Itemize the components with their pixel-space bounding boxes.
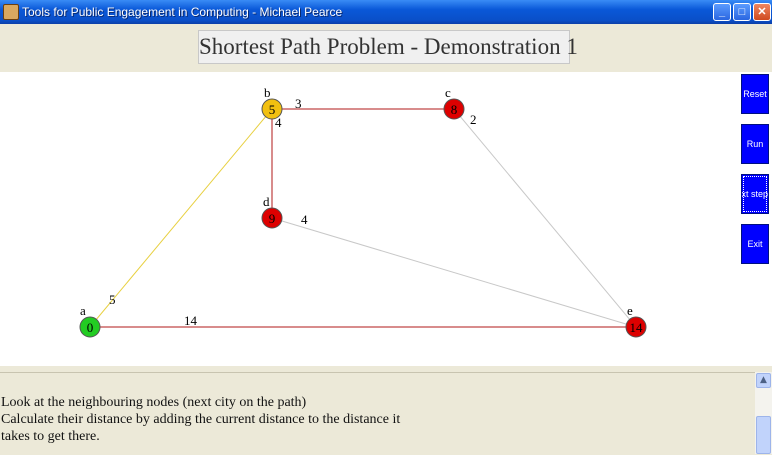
node-label-d: d: [263, 194, 270, 209]
window-title: Tools for Public Engagement in Computing…: [22, 5, 343, 19]
edge-d-e: [271, 217, 637, 328]
scroll-thumb[interactable]: [756, 416, 771, 454]
node-distance-a: 0: [87, 320, 94, 335]
page-title: Shortest Path Problem - Demonstration 1: [198, 30, 578, 64]
edge-weight-a-b: 5: [109, 292, 116, 307]
message-line: Calculate their distance by adding the c…: [1, 412, 401, 427]
graph-svg: 51434 240a5b8c9d14e: [79, 85, 647, 338]
node-label-e: e: [627, 303, 633, 318]
edge-c-e: [453, 108, 637, 328]
close-button[interactable]: ✕: [753, 3, 771, 21]
message-line: Look at the neighbouring nodes (next cit…: [1, 395, 307, 410]
edge-weight-a-e: 14: [184, 313, 198, 328]
scroll-up-arrow-icon[interactable]: ▲: [756, 373, 771, 388]
node-label-b: b: [264, 85, 271, 100]
node-distance-e: 14: [630, 320, 644, 335]
java-app-icon: [3, 4, 19, 20]
node-label-c: c: [445, 85, 451, 100]
message-line: takes to get there.: [1, 429, 100, 444]
edge-weight-c-e: 2: [470, 112, 477, 127]
node-label-a: a: [80, 303, 86, 318]
edge-weight-d-e: 4: [301, 212, 308, 227]
minimize-button[interactable]: _: [713, 3, 731, 21]
exit-button[interactable]: Exit: [741, 224, 769, 264]
node-distance-c: 8: [451, 102, 458, 117]
run-button[interactable]: Run: [741, 124, 769, 164]
message-text: Look at the neighbouring nodes (next cit…: [1, 394, 741, 445]
edge-a-b: [89, 108, 273, 328]
node-distance-d: 9: [269, 211, 276, 226]
graph-canvas: 5 14 3 4 2 4 0 a 5 b 8 c 9 d 14 e: [0, 72, 734, 366]
node-distance-b: 5: [269, 102, 276, 117]
next-step-button[interactable]: Next step: [741, 174, 769, 214]
reset-button[interactable]: Reset: [741, 74, 769, 114]
edge-weight-b-c: 3: [295, 96, 302, 111]
control-sidebar: [734, 72, 772, 366]
maximize-button[interactable]: □: [733, 3, 751, 21]
window-titlebar: Tools for Public Engagement in Computing…: [0, 0, 772, 24]
next-step-label: Next step: [741, 189, 769, 199]
